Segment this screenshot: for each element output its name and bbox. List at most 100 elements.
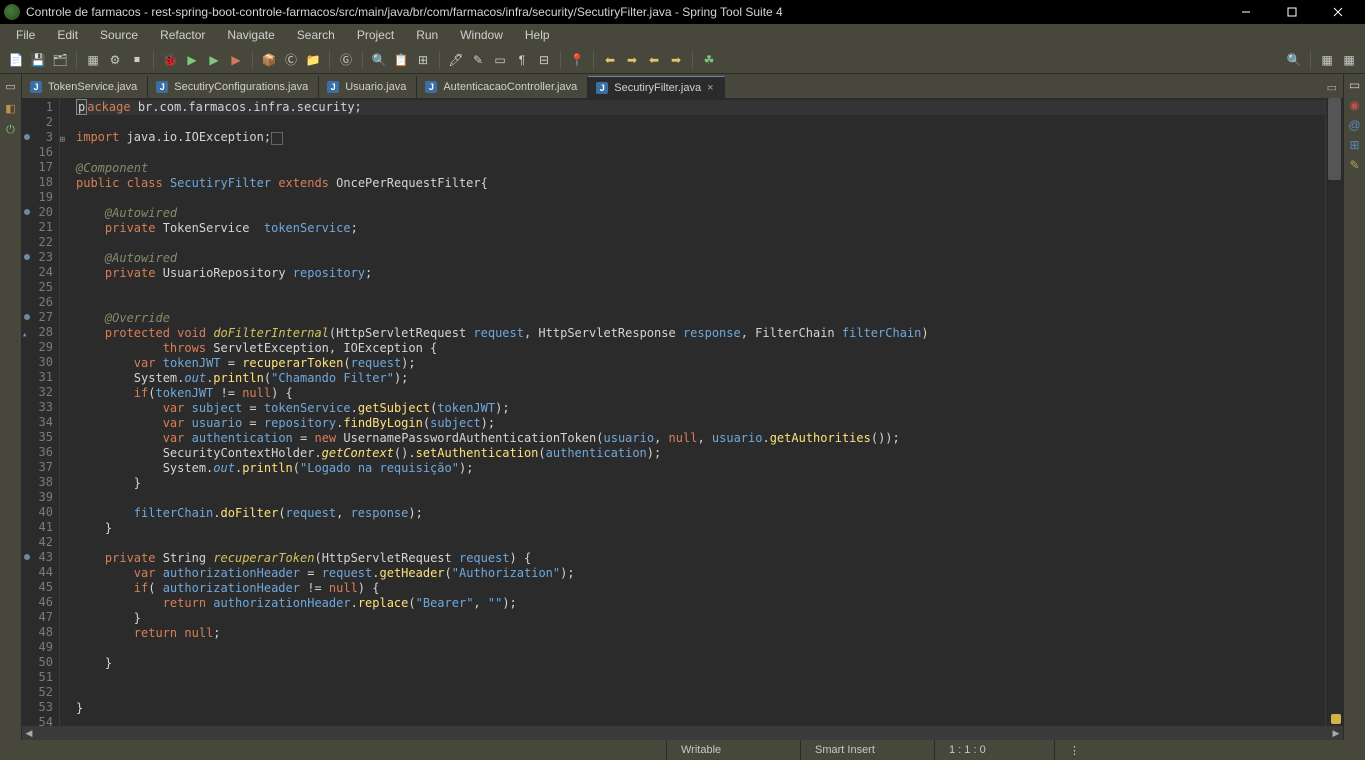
run-button[interactable]: ▶: [182, 50, 202, 70]
menu-run[interactable]: Run: [406, 26, 448, 44]
task-button[interactable]: 📋: [391, 50, 411, 70]
code-line[interactable]: }: [76, 521, 1325, 536]
code-line[interactable]: @Autowired: [76, 206, 1325, 221]
beans-button[interactable]: ☘: [699, 50, 719, 70]
menu-help[interactable]: Help: [515, 26, 560, 44]
code-line[interactable]: filterChain.doFilter(request, response);: [76, 506, 1325, 521]
menu-search[interactable]: Search: [287, 26, 345, 44]
minimize-button[interactable]: [1223, 0, 1269, 24]
relaunch-button[interactable]: ⚙: [105, 50, 125, 70]
boot-dash-button[interactable]: ▦: [83, 50, 103, 70]
code-editor[interactable]: package br.com.farmacos.infra.security; …: [60, 98, 1325, 726]
vscroll-thumb[interactable]: [1328, 98, 1341, 180]
code-line[interactable]: var tokenJWT = recuperarToken(request);: [76, 356, 1325, 371]
code-line[interactable]: [76, 236, 1325, 251]
code-line[interactable]: }: [76, 701, 1325, 716]
menu-source[interactable]: Source: [90, 26, 148, 44]
fold-icon[interactable]: ⊞: [60, 133, 65, 148]
code-line[interactable]: [76, 491, 1325, 506]
perspective-java-button[interactable]: ▦: [1317, 50, 1337, 70]
pin-button[interactable]: 📍: [567, 50, 587, 70]
open-type-button[interactable]: Ⓖ: [336, 50, 356, 70]
code-line[interactable]: }: [76, 476, 1325, 491]
back-button[interactable]: ⬅: [600, 50, 620, 70]
toggle-button[interactable]: ⊞: [413, 50, 433, 70]
debug-button[interactable]: 🐞: [160, 50, 180, 70]
code-line[interactable]: }: [76, 656, 1325, 671]
code-line[interactable]: if( authorizationHeader != null) {: [76, 581, 1325, 596]
code-line[interactable]: [76, 671, 1325, 686]
horizontal-scrollbar[interactable]: ◀ ▶: [22, 726, 1343, 740]
editor-tab[interactable]: JSecutiryFilter.java×: [588, 76, 724, 98]
close-button[interactable]: [1315, 0, 1361, 24]
outline-icon[interactable]: @: [1348, 118, 1360, 132]
code-line[interactable]: return null;: [76, 626, 1325, 641]
code-line[interactable]: @Component: [76, 161, 1325, 176]
code-line[interactable]: [76, 536, 1325, 551]
editor-tab[interactable]: JUsuario.java: [319, 76, 417, 98]
menu-file[interactable]: File: [6, 26, 45, 44]
task-list-icon[interactable]: ◉: [1349, 98, 1359, 112]
wand-button[interactable]: 🖊: [446, 50, 466, 70]
code-line[interactable]: var subject = tokenService.getSubject(to…: [76, 401, 1325, 416]
code-line[interactable]: var authorizationHeader = request.getHea…: [76, 566, 1325, 581]
new-java-button[interactable]: 📦: [259, 50, 279, 70]
code-line[interactable]: throws ServletException, IOException {: [76, 341, 1325, 356]
code-line[interactable]: System.out.println("Chamando Filter");: [76, 371, 1325, 386]
code-line[interactable]: @Override: [76, 311, 1325, 326]
code-line[interactable]: private TokenService tokenService;: [76, 221, 1325, 236]
editor-tab[interactable]: JSecutiryConfigurations.java: [148, 76, 319, 98]
tasks-icon[interactable]: ✎: [1349, 158, 1359, 172]
code-line[interactable]: [76, 281, 1325, 296]
code-line[interactable]: }: [76, 611, 1325, 626]
menu-navigate[interactable]: Navigate: [217, 26, 284, 44]
code-line[interactable]: SecurityContextHolder.getContext().setAu…: [76, 446, 1325, 461]
hscroll-left-icon[interactable]: ◀: [22, 726, 36, 740]
package-explorer-icon[interactable]: ◧: [3, 100, 19, 116]
stop-button[interactable]: ⏹: [127, 50, 147, 70]
run-last-button[interactable]: ▶: [226, 50, 246, 70]
code-line[interactable]: [76, 115, 1325, 130]
save-all-button[interactable]: 🗂: [50, 50, 70, 70]
quick-access-button[interactable]: 🔍: [1284, 50, 1304, 70]
code-line[interactable]: private UsuarioRepository repository;: [76, 266, 1325, 281]
boot-icon[interactable]: ⏻: [3, 122, 19, 138]
maximize-button[interactable]: [1269, 0, 1315, 24]
overview-ruler[interactable]: [1325, 98, 1343, 726]
restore-right-icon[interactable]: ▭: [1349, 78, 1360, 92]
ruler-button[interactable]: ⊟: [534, 50, 554, 70]
new-class-button[interactable]: Ⓒ: [281, 50, 301, 70]
editor-tab[interactable]: JAutenticacaoController.java: [417, 76, 588, 98]
code-line[interactable]: [76, 716, 1325, 726]
menu-project[interactable]: Project: [347, 26, 404, 44]
problems-icon[interactable]: ⊞: [1349, 138, 1359, 152]
show-ws-button[interactable]: ¶: [512, 50, 532, 70]
restore-view-icon[interactable]: ▭: [3, 78, 19, 94]
maximize-editor-icon[interactable]: ▭: [1327, 81, 1337, 94]
status-menu-icon[interactable]: ⋮: [1054, 740, 1083, 760]
code-line[interactable]: protected void doFilterInternal(HttpServ…: [76, 326, 1325, 341]
mark-button[interactable]: ✎: [468, 50, 488, 70]
forward-button[interactable]: ➡: [622, 50, 642, 70]
menu-window[interactable]: Window: [450, 26, 513, 44]
code-line[interactable]: var usuario = repository.findByLogin(sub…: [76, 416, 1325, 431]
code-line[interactable]: var authentication = new UsernamePasswor…: [76, 431, 1325, 446]
code-line[interactable]: [76, 191, 1325, 206]
code-line[interactable]: [76, 146, 1325, 161]
nav-back-button[interactable]: ⬅: [644, 50, 664, 70]
code-line[interactable]: public class SecutiryFilter extends Once…: [76, 176, 1325, 191]
menu-edit[interactable]: Edit: [47, 26, 88, 44]
close-tab-icon[interactable]: ×: [707, 82, 713, 94]
code-line[interactable]: private String recuperarToken(HttpServle…: [76, 551, 1325, 566]
search-button[interactable]: 🔍: [369, 50, 389, 70]
block-button[interactable]: ▭: [490, 50, 510, 70]
code-line[interactable]: @Autowired: [76, 251, 1325, 266]
editor-tab[interactable]: JTokenService.java: [22, 76, 148, 98]
code-line[interactable]: [76, 686, 1325, 701]
new-button[interactable]: 📄: [6, 50, 26, 70]
new-package-button[interactable]: 📁: [303, 50, 323, 70]
perspective-debug-button[interactable]: ▦: [1339, 50, 1359, 70]
code-line[interactable]: [76, 641, 1325, 656]
menu-refactor[interactable]: Refactor: [150, 26, 215, 44]
code-line[interactable]: return authorizationHeader.replace("Bear…: [76, 596, 1325, 611]
